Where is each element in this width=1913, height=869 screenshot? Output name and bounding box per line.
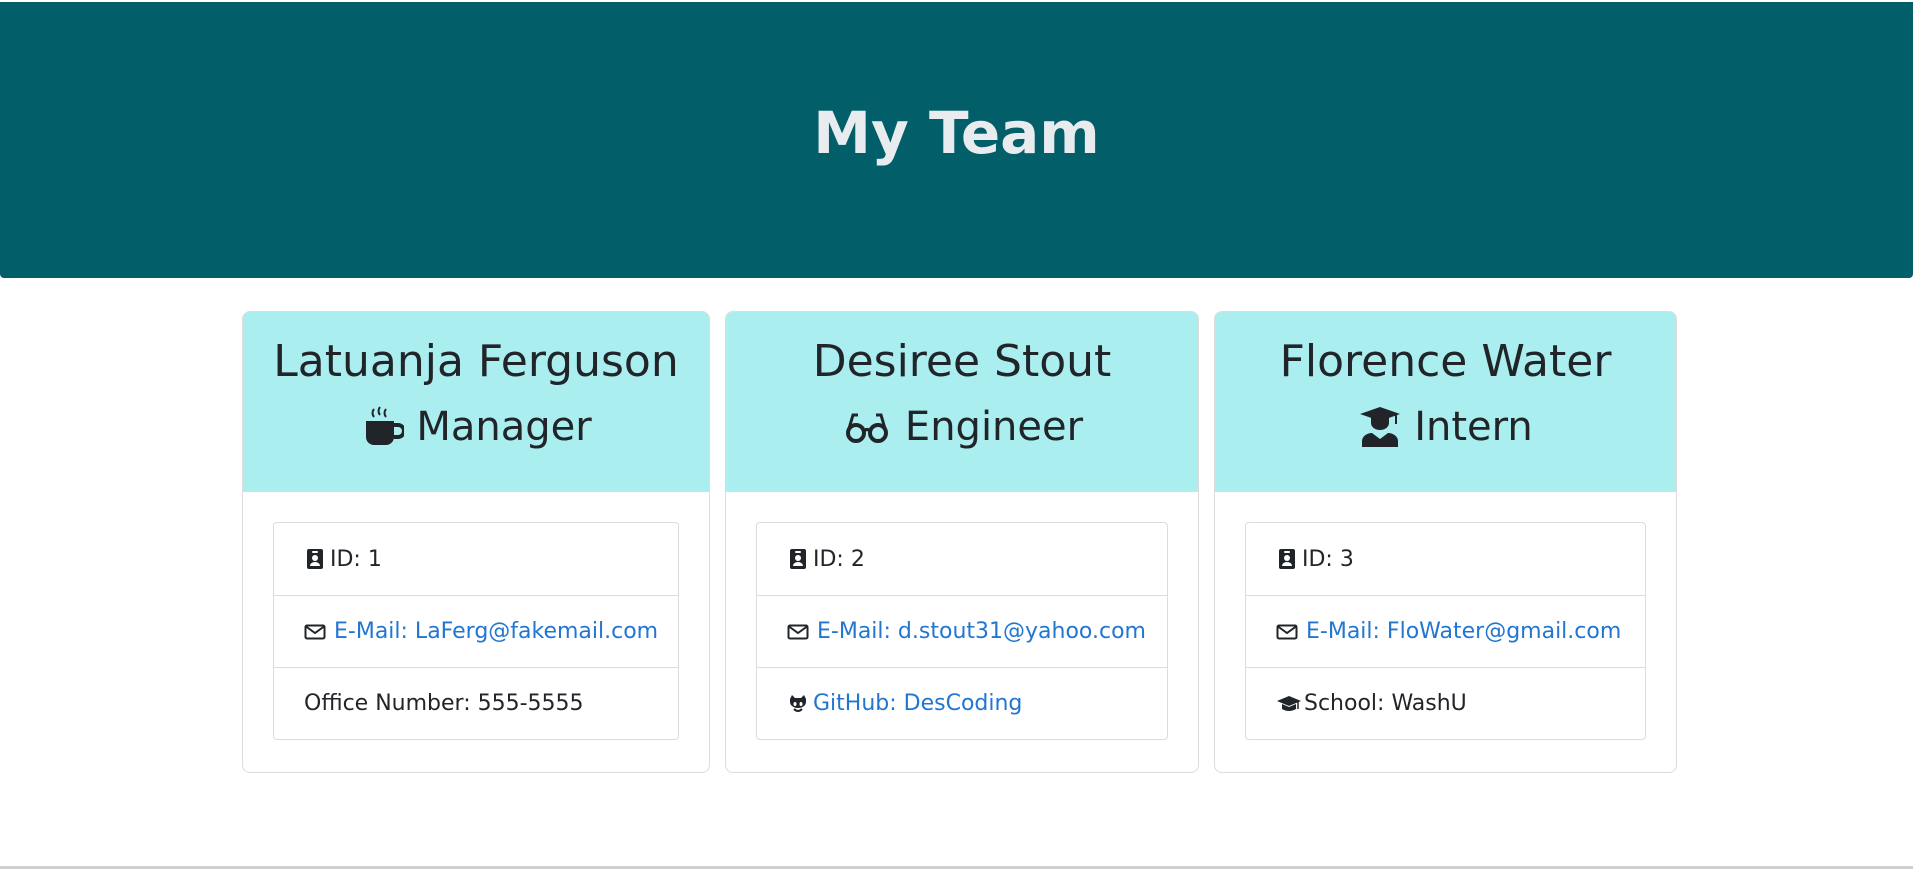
graduate-icon xyxy=(1360,407,1401,447)
employee-id-text: ID: 1 xyxy=(330,546,382,572)
employee-name: Florence Water xyxy=(1279,336,1612,387)
employee-role: Manager xyxy=(243,400,709,454)
mug-icon xyxy=(366,406,405,445)
email-link[interactable]: E-Mail: LaFerg@fakemail.com xyxy=(334,619,658,644)
employee-email: E-Mail: d.stout31@yahoo.com xyxy=(757,595,1167,667)
employee-name: Latuanja Ferguson xyxy=(273,336,679,387)
employee-card-engineer: Desiree Stout Engineer ID: 2 E-Mail: d.s… xyxy=(725,311,1199,773)
page-header: My Team xyxy=(0,2,1913,278)
id-badge-icon xyxy=(1279,549,1295,569)
employee-role: Intern xyxy=(1215,400,1676,454)
school-text: School: WashU xyxy=(1304,691,1467,716)
card-header: Florence Water Intern xyxy=(1215,312,1676,492)
github-account: GitHub: DesCoding xyxy=(757,667,1167,739)
id-badge-icon xyxy=(307,549,323,569)
email-link[interactable]: E-Mail: FloWater@gmail.com xyxy=(1306,619,1621,644)
info-list: ID: 1 E-Mail: LaFerg@fakemail.com Office… xyxy=(273,522,679,740)
card-header: Latuanja Ferguson Manager xyxy=(243,312,709,492)
role-label: Intern xyxy=(1414,404,1533,450)
envelope-icon xyxy=(304,624,326,639)
employee-email: E-Mail: LaFerg@fakemail.com xyxy=(274,595,678,667)
glasses-icon xyxy=(845,413,888,443)
role-label: Engineer xyxy=(904,404,1084,450)
employee-card-manager: Latuanja Ferguson Manager ID: 1 E-Mail: … xyxy=(242,311,710,773)
employee-name: Desiree Stout xyxy=(812,336,1112,387)
employee-id: ID: 3 xyxy=(1246,523,1645,595)
email-link[interactable]: E-Mail: d.stout31@yahoo.com xyxy=(817,619,1146,644)
page-title: My Team xyxy=(813,99,1100,167)
school-name: School: WashU xyxy=(1246,667,1645,739)
employee-id: ID: 1 xyxy=(274,523,678,595)
employee-id-text: ID: 2 xyxy=(813,546,865,572)
envelope-icon xyxy=(1276,624,1298,639)
employee-email: E-Mail: FloWater@gmail.com xyxy=(1246,595,1645,667)
card-header: Desiree Stout Engineer xyxy=(726,312,1198,492)
github-icon xyxy=(790,694,806,712)
id-badge-icon xyxy=(790,549,806,569)
office-number-text: Office Number: 555-5555 xyxy=(304,691,584,716)
envelope-icon xyxy=(787,624,809,639)
employee-role: Engineer xyxy=(726,400,1198,454)
employee-id: ID: 2 xyxy=(757,523,1167,595)
employee-id-text: ID: 3 xyxy=(1302,546,1354,572)
card-body: ID: 3 E-Mail: FloWater@gmail.com School:… xyxy=(1215,492,1676,770)
card-body: ID: 2 E-Mail: d.stout31@yahoo.com GitHub… xyxy=(726,492,1198,770)
card-body: ID: 1 E-Mail: LaFerg@fakemail.com Office… xyxy=(243,492,709,770)
employee-card-intern: Florence Water Intern ID: 3 E-Mail: FloW… xyxy=(1214,311,1677,773)
graduation-cap-icon xyxy=(1277,695,1301,711)
info-list: ID: 3 E-Mail: FloWater@gmail.com School:… xyxy=(1245,522,1646,740)
github-link[interactable]: GitHub: DesCoding xyxy=(813,691,1022,716)
role-label: Manager xyxy=(416,404,592,450)
office-number: Office Number: 555-5555 xyxy=(274,667,678,739)
info-list: ID: 2 E-Mail: d.stout31@yahoo.com GitHub… xyxy=(756,522,1168,740)
